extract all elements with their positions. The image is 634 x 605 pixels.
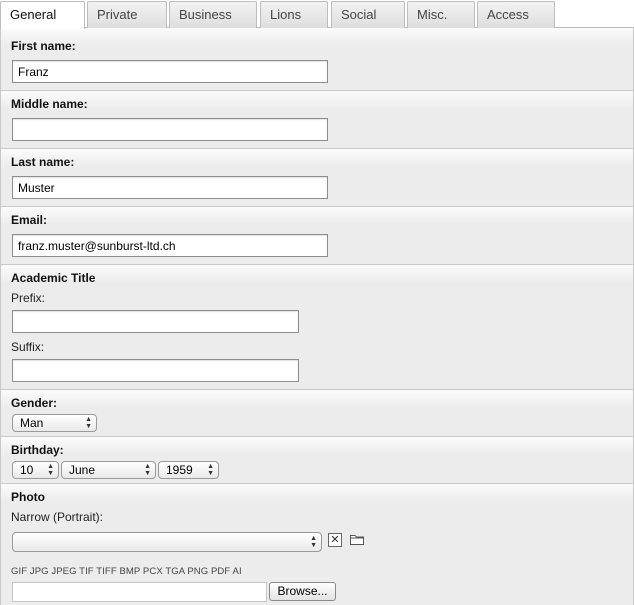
gender-label: Gender: xyxy=(11,396,58,410)
middle-name-label: Middle name: xyxy=(11,97,88,111)
birthday-day-value: 10 xyxy=(20,463,34,477)
allowed-file-types: GIF JPG JPEG TIF TIFF BMP PCX TGA PNG PD… xyxy=(11,566,242,577)
photo-section: Photo Narrow (Portrait): ▲ ▼ ✕ GIF JPG JP… xyxy=(1,484,633,605)
last-name-input[interactable] xyxy=(12,176,328,199)
browse-button[interactable]: Browse... xyxy=(269,582,336,601)
gender-section: Gender: Man ▲ ▼ xyxy=(1,390,633,437)
academic-title-section: Academic Title Prefix: Suffix: xyxy=(1,265,633,390)
tab-business[interactable]: Business xyxy=(169,1,257,28)
email-label: Email: xyxy=(11,213,48,227)
prefix-label: Prefix: xyxy=(11,291,46,305)
first-name-label: First name: xyxy=(11,39,76,53)
birthday-label: Birthday: xyxy=(11,443,64,457)
birthday-year-select[interactable]: 1959 ▲ ▼ xyxy=(158,461,219,479)
tab-bar: General Private Business Lions Social Mi… xyxy=(0,0,634,29)
prefix-input[interactable] xyxy=(12,310,299,333)
tab-lions[interactable]: Lions xyxy=(260,1,328,28)
email-input[interactable] xyxy=(12,234,328,257)
tab-private[interactable]: Private xyxy=(87,1,167,28)
up-down-arrows-icon: ▲ ▼ xyxy=(144,463,151,477)
tab-general[interactable]: General xyxy=(0,1,85,29)
last-name-section: Last name: xyxy=(1,149,633,207)
birthday-year-value: 1959 xyxy=(166,463,193,477)
academic-title-label: Academic Title xyxy=(11,271,96,285)
up-down-arrows-icon: ▲ ▼ xyxy=(310,535,317,549)
birthday-month-select[interactable]: June ▲ ▼ xyxy=(61,461,156,479)
email-section: Email: xyxy=(1,207,633,265)
narrow-portrait-label: Narrow (Portrait): xyxy=(11,510,104,524)
birthday-month-value: June xyxy=(69,463,96,477)
file-path-field[interactable] xyxy=(12,582,267,602)
tab-access[interactable]: Access xyxy=(477,1,555,28)
suffix-label: Suffix: xyxy=(11,340,45,354)
gender-selected-value: Man xyxy=(20,416,44,430)
birthday-section: Birthday: 10 ▲ ▼ June ▲ ▼ 1959 ▲ ▼ xyxy=(1,437,633,484)
birthday-day-select[interactable]: 10 ▲ ▼ xyxy=(12,461,59,479)
close-icon[interactable]: ✕ xyxy=(328,533,342,547)
folder-icon[interactable] xyxy=(350,534,364,545)
first-name-section: First name: xyxy=(1,28,633,91)
general-form: First name: Middle name: Last name: Emai… xyxy=(0,28,634,605)
tab-social[interactable]: Social xyxy=(331,1,405,28)
up-down-arrows-icon: ▲ ▼ xyxy=(207,463,214,477)
up-down-arrows-icon: ▲ ▼ xyxy=(85,416,92,430)
first-name-input[interactable] xyxy=(12,60,328,83)
up-down-arrows-icon: ▲ ▼ xyxy=(47,463,54,477)
gender-select[interactable]: Man ▲ ▼ xyxy=(12,414,97,432)
photo-select[interactable]: ▲ ▼ xyxy=(12,532,322,552)
suffix-input[interactable] xyxy=(12,359,299,382)
photo-label: Photo xyxy=(11,490,45,504)
middle-name-input[interactable] xyxy=(12,118,328,141)
tab-misc[interactable]: Misc. xyxy=(407,1,475,28)
middle-name-section: Middle name: xyxy=(1,91,633,149)
last-name-label: Last name: xyxy=(11,155,75,169)
